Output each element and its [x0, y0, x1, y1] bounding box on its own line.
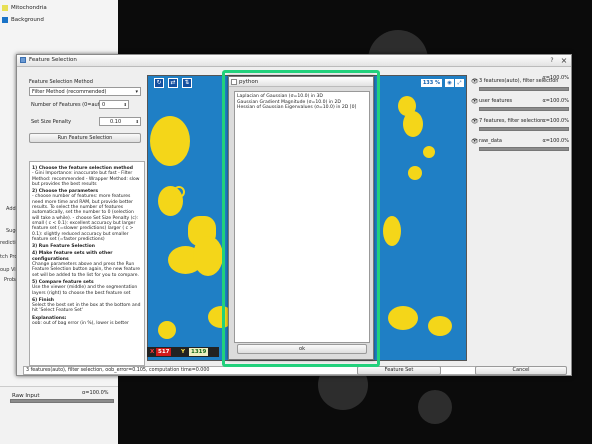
layer-item[interactable]: 👁 raw_data α=100.0% — [469, 137, 571, 157]
highlight-frame — [222, 70, 380, 367]
layer-name: user features — [479, 98, 513, 104]
rotate-icon[interactable]: ↻ — [154, 78, 164, 88]
opacity-bar[interactable] — [479, 87, 569, 91]
flip-icon[interactable]: ⇅ — [182, 78, 192, 88]
coordinate-bar: X 517 Y 1319 — [147, 347, 219, 357]
select-feature-set-button[interactable]: Feature Set — [357, 366, 441, 375]
size-penalty-label: Set Size Penalty — [31, 119, 72, 125]
method-select[interactable]: Filter Method (recommended) ▾ — [29, 87, 141, 96]
help-paragraph: Use the viewer (middle) and the segmenta… — [32, 285, 138, 296]
layer-item[interactable]: 👁 3 features(auto), filter selection α=1… — [469, 75, 571, 97]
size-penalty-spinbox[interactable]: 0.10 ⬍ — [99, 117, 141, 126]
help-paragraph: - choose number of features: more featur… — [32, 194, 139, 242]
window-icon — [20, 57, 26, 63]
method-value: Filter Method (recommended) — [32, 89, 107, 95]
x-axis-label: X — [150, 349, 155, 355]
help-paragraph: - Gini Importance: inaccurate but fast -… — [32, 171, 140, 187]
num-features-spinbox[interactable]: 0 ⬍ — [99, 100, 129, 109]
cancel-button[interactable]: Cancel — [475, 366, 567, 375]
close-button[interactable]: × — [559, 56, 569, 65]
opacity-bar[interactable] — [479, 127, 569, 131]
num-features-value: 0 — [102, 102, 106, 108]
swap-axes-icon[interactable]: ⇄ — [168, 78, 178, 88]
run-feature-selection-button[interactable]: Run Feature Selection — [29, 133, 141, 143]
method-label: Feature Selection Method — [29, 79, 93, 85]
help-heading: 4) Make feature sets with other configur… — [32, 251, 113, 262]
layer-name: raw_data — [479, 138, 502, 144]
layer-panel: 👁 3 features(auto), filter selection α=1… — [469, 75, 571, 361]
eye-icon[interactable]: 👁 — [471, 138, 479, 145]
instructions-text: 1) Choose the feature selection method -… — [29, 161, 145, 366]
opacity-bar[interactable] — [479, 107, 569, 111]
x-coordinate: 517 — [156, 348, 172, 356]
help-paragraph: Select the best set in the box at the bo… — [32, 303, 141, 314]
num-features-label: Number of Features (0=auto) — [31, 102, 105, 108]
raw-input-layer[interactable]: Raw Input α=100.0% — [0, 386, 118, 444]
eye-icon[interactable]: 👁 — [471, 98, 479, 105]
dialog-titlebar[interactable]: Feature Selection ? × — [17, 55, 571, 67]
layer-alpha: α=100.0% — [542, 118, 569, 124]
layer-label: Background — [11, 16, 44, 23]
help-button[interactable]: ? — [547, 56, 557, 65]
layer-name: 7 features, filter selection — [479, 118, 544, 124]
settings-panel: Feature Selection Method Filter Method (… — [29, 73, 145, 373]
layer-alpha: α=100.0% — [542, 98, 569, 104]
layer-alpha: α=100.0% — [542, 138, 569, 144]
raw-input-alpha: α=100.0% — [82, 390, 109, 396]
layer-label: Mitochondria — [11, 4, 47, 11]
zoom-level[interactable]: 133 % — [420, 79, 442, 87]
layer-color-swatch — [2, 16, 8, 23]
layer-item[interactable]: 👁 7 features, filter selection α=100.0% — [469, 117, 571, 137]
help-paragraph: Change parameters above and press the Ru… — [32, 262, 141, 278]
peek-add[interactable]: Add — [6, 206, 16, 212]
opacity-bar[interactable] — [10, 399, 114, 403]
chevron-down-icon: ▾ — [135, 89, 138, 95]
help-heading: 3) Run Feature Selection — [32, 244, 95, 250]
y-coordinate: 1319 — [189, 348, 209, 356]
spin-arrows-icon[interactable]: ⬍ — [124, 101, 127, 109]
dialog-title: Feature Selection — [29, 57, 77, 63]
bg-layer-mitochondria[interactable]: Mitochondria — [2, 3, 47, 12]
help-paragraph: oob: out of bag error (in %), lower is b… — [32, 321, 129, 327]
status-text: 3 features(auto), filter selection, oob_… — [26, 368, 210, 373]
eye-icon[interactable]: 👁 — [471, 118, 479, 125]
maximize-icon[interactable]: ⤢ — [455, 79, 464, 87]
camera-icon[interactable]: ◉ — [445, 79, 454, 87]
y-axis-label: Y — [181, 349, 185, 355]
layer-item[interactable]: 👁 user features α=100.0% — [469, 97, 571, 117]
layer-color-swatch — [2, 4, 8, 11]
bg-layer-background[interactable]: Background — [2, 15, 44, 24]
spin-arrows-icon[interactable]: ⬍ — [136, 118, 139, 126]
size-penalty-value: 0.10 — [110, 119, 122, 125]
eye-icon[interactable]: 👁 — [471, 78, 479, 85]
layer-alpha: α=100.0% — [542, 75, 569, 81]
opacity-bar[interactable] — [479, 147, 569, 151]
